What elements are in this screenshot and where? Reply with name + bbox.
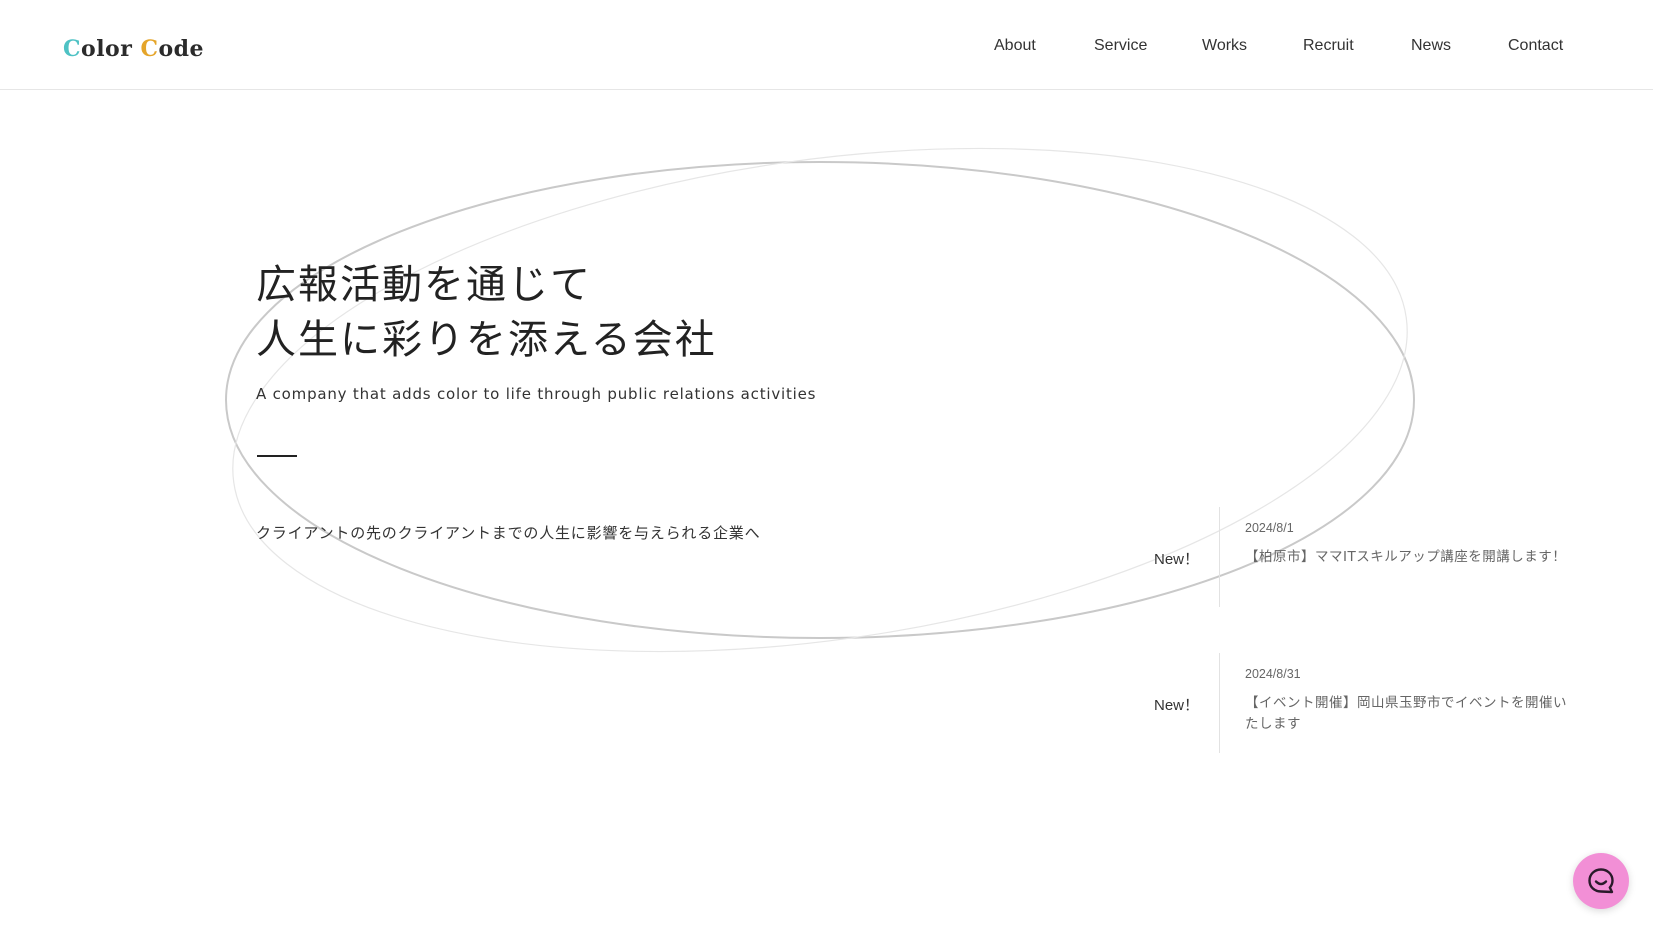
site-header: Color Code About Service Works Recruit N… [0,0,1653,90]
hero-divider [257,455,297,457]
logo-text-ode: ode [158,36,205,62]
hero-tagline: クライアントの先のクライアントまでの人生に影響を与えられる企業へ [256,524,761,542]
logo-letter-c: C [63,36,82,62]
news-divider [1219,653,1220,753]
chat-bubble-icon [1588,868,1614,894]
chat-button[interactable] [1573,853,1629,909]
site-logo[interactable]: Color Code [63,34,204,64]
hero-title-line-2: 人生に彩りを添える会社 [256,317,717,363]
news-item[interactable]: New！ 2024/8/31 【イベント開催】岡山県玉野市でイベントを開催いたし… [1150,653,1570,753]
nav-service[interactable]: Service [1094,35,1147,57]
hero-title-line-1: 広報活動を通じて [256,262,592,308]
nav-news[interactable]: News [1411,35,1451,57]
logo-letter-c2: C [140,36,159,62]
news-new-badge: New！ [1154,697,1200,714]
news-date: 2024/8/31 [1245,667,1301,681]
news-title-link[interactable]: 【イベント開催】岡山県玉野市でイベントを開催いたします [1245,693,1575,735]
logo-text-olor: olor [81,36,141,62]
nav-recruit[interactable]: Recruit [1303,35,1354,57]
news-divider [1219,507,1220,607]
hero-subtitle: A company that adds color to life throug… [256,385,817,403]
nav-about[interactable]: About [994,35,1036,57]
news-new-badge: New！ [1154,551,1200,568]
page: Color Code About Service Works Recruit N… [0,0,1653,932]
news-item[interactable]: New！ 2024/8/1 【柏原市】ママITスキルアップ講座を開講します！ [1150,507,1570,607]
hero-title: 広報活動を通じて 人生に彩りを添える会社 [256,258,717,368]
news-date: 2024/8/1 [1245,521,1294,535]
nav-contact[interactable]: Contact [1508,35,1563,57]
decorative-rings [225,147,1415,653]
news-title-link[interactable]: 【柏原市】ママITスキルアップ講座を開講します！ [1245,547,1575,568]
nav-works[interactable]: Works [1202,35,1247,57]
